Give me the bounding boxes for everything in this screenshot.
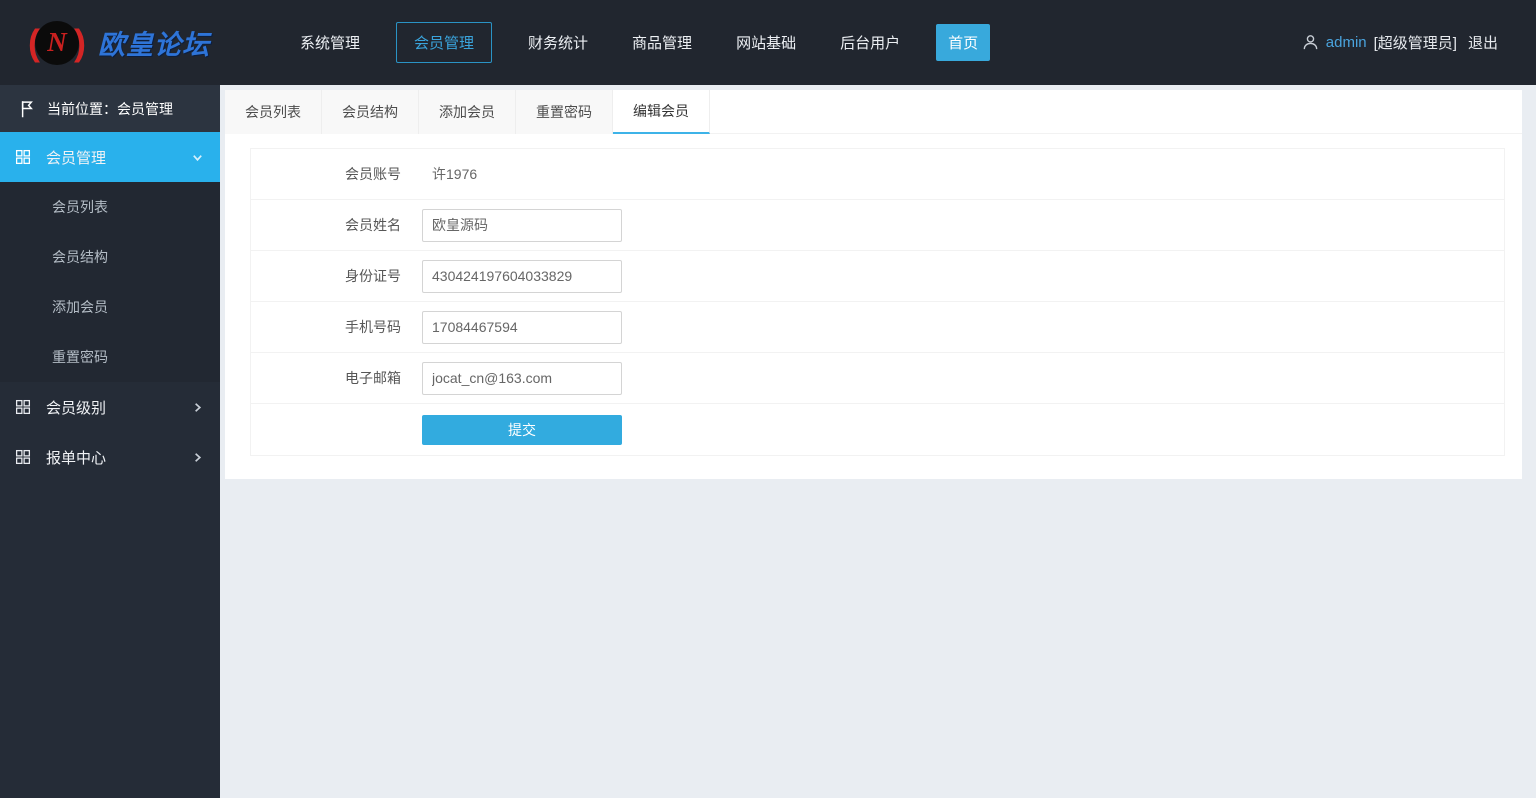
user-icon xyxy=(1302,34,1319,51)
form-row-name: 会员姓名 xyxy=(251,200,1504,251)
grid-icon xyxy=(14,448,32,466)
field-label: 手机号码 xyxy=(345,319,401,335)
tab-member-list[interactable]: 会员列表 xyxy=(225,90,322,134)
field-label: 会员账号 xyxy=(345,166,401,182)
email-input[interactable] xyxy=(422,361,622,395)
sidebar-item-member-management[interactable]: 会员管理 xyxy=(0,132,220,182)
member-account-value: 许1976 xyxy=(432,166,478,182)
nav-item-home[interactable]: 首页 xyxy=(936,24,991,61)
sidebar: 当前位置：会员管理 会员管理 会员列表 会员结构 添加会员 重置密码 会员级别 … xyxy=(0,85,220,798)
sidebar-subitem-reset-password[interactable]: 重置密码 xyxy=(0,332,220,382)
user-name[interactable]: admin xyxy=(1326,34,1367,51)
logo-letter: N xyxy=(47,27,67,57)
chevron-down-icon xyxy=(191,151,204,164)
phone-input[interactable] xyxy=(422,310,622,344)
sidebar-subitem-add-member[interactable]: 添加会员 xyxy=(0,282,220,332)
sidebar-item-order-center[interactable]: 报单中心 xyxy=(0,432,220,482)
edit-member-form: 会员账号 许1976 会员姓名 身份证号 xyxy=(250,148,1505,456)
breadcrumb: 当前位置：会员管理 xyxy=(0,85,220,132)
sidebar-item-label: 报单中心 xyxy=(46,449,107,467)
breadcrumb-label: 当前位置：会员管理 xyxy=(47,100,173,117)
nav-item-system[interactable]: 系统管理 xyxy=(300,22,360,63)
tab-edit-member[interactable]: 编辑会员 xyxy=(613,90,710,134)
user-role: [超级管理员] xyxy=(1373,35,1457,52)
topbar: ( N ) 欧皇论坛 系统管理 会员管理 财务统计 商品管理 网站基础 后台用户… xyxy=(0,0,1536,85)
member-name-input[interactable] xyxy=(422,208,622,242)
content-panel: 会员列表 会员结构 添加会员 重置密码 编辑会员 会员账号 许1976 会员姓名 xyxy=(225,90,1522,479)
sidebar-item-label: 会员级别 xyxy=(46,399,107,417)
logo-circle: N xyxy=(35,20,79,65)
nav-item-finance[interactable]: 财务统计 xyxy=(528,22,588,63)
logo-icon: ( N ) xyxy=(28,20,86,65)
field-label: 会员姓名 xyxy=(345,217,401,233)
tab-reset-password[interactable]: 重置密码 xyxy=(516,90,613,134)
sidebar-item-label: 会员管理 xyxy=(46,149,107,167)
sidebar-submenu: 会员列表 会员结构 添加会员 重置密码 xyxy=(0,182,220,382)
chevron-right-icon xyxy=(191,451,204,464)
chevron-right-icon xyxy=(191,401,204,414)
tab-bar: 会员列表 会员结构 添加会员 重置密码 编辑会员 xyxy=(225,90,1522,134)
form-row-id-number: 身份证号 xyxy=(251,251,1504,302)
nav-item-backend-users[interactable]: 后台用户 xyxy=(840,22,900,63)
submit-button[interactable]: 提交 xyxy=(422,414,622,445)
tab-member-structure[interactable]: 会员结构 xyxy=(322,90,419,134)
form-row-phone: 手机号码 xyxy=(251,302,1504,353)
sidebar-subitem-member-structure[interactable]: 会员结构 xyxy=(0,232,220,282)
user-area: admin [超级管理员] 退出 xyxy=(1302,32,1536,53)
field-label: 电子邮箱 xyxy=(345,370,401,386)
signpost-icon xyxy=(13,98,35,120)
nav-item-site-basics[interactable]: 网站基础 xyxy=(736,22,796,63)
logout-link[interactable]: 退出 xyxy=(1468,32,1498,53)
nav-item-members[interactable]: 会员管理 xyxy=(396,22,493,63)
logo-paren-right: ) xyxy=(74,21,86,63)
sidebar-item-member-level[interactable]: 会员级别 xyxy=(0,382,220,432)
nav-item-products[interactable]: 商品管理 xyxy=(632,22,692,63)
field-label: 身份证号 xyxy=(345,268,401,284)
form-row-email: 电子邮箱 xyxy=(251,353,1504,404)
top-navigation: 系统管理 会员管理 财务统计 商品管理 网站基础 后台用户 首页 xyxy=(278,22,1004,63)
id-number-input[interactable] xyxy=(422,259,622,293)
main-layout: 当前位置：会员管理 会员管理 会员列表 会员结构 添加会员 重置密码 会员级别 … xyxy=(0,85,1536,798)
brand-name: 欧皇论坛 xyxy=(98,30,210,60)
form-row-account: 会员账号 许1976 xyxy=(251,149,1504,200)
grid-icon xyxy=(14,398,32,416)
logo[interactable]: ( N ) 欧皇论坛 xyxy=(0,20,242,65)
grid-icon xyxy=(14,148,32,166)
form-row-submit: 提交 xyxy=(251,404,1504,455)
content-area: 会员列表 会员结构 添加会员 重置密码 编辑会员 会员账号 许1976 会员姓名 xyxy=(220,85,1536,798)
sidebar-subitem-member-list[interactable]: 会员列表 xyxy=(0,182,220,232)
tab-add-member[interactable]: 添加会员 xyxy=(419,90,516,134)
